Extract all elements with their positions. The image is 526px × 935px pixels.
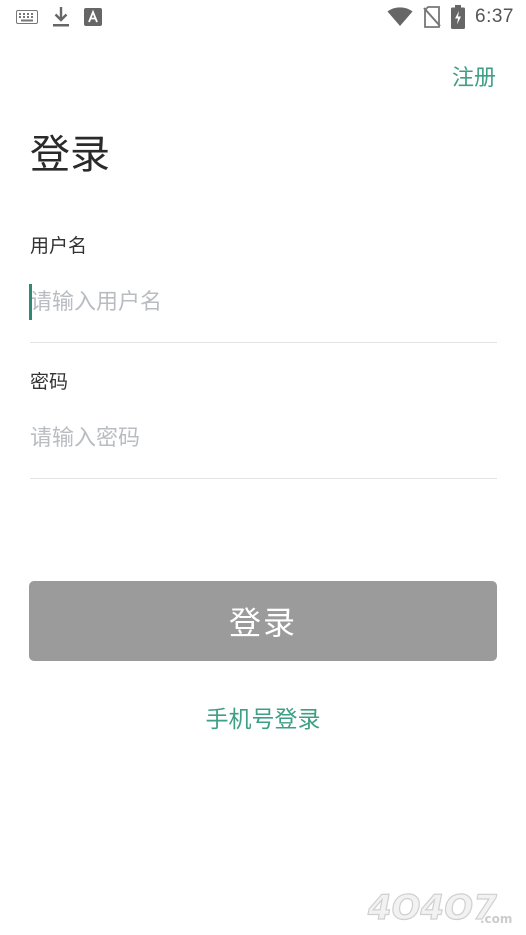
wifi-icon: [387, 7, 413, 27]
status-bar-right: 6:37: [387, 5, 514, 29]
password-label: 密码: [30, 371, 69, 393]
text-a-icon: [84, 8, 102, 26]
status-time: 6:37: [475, 6, 514, 27]
text-caret: [29, 284, 32, 320]
battery-charging-icon: [451, 5, 466, 29]
username-divider: [30, 342, 497, 343]
page-title: 登录: [30, 132, 110, 178]
svg-text:4O4O7: 4O4O7: [367, 888, 497, 928]
phone-login-link[interactable]: 手机号登录: [0, 700, 526, 734]
watermark-logo: 4O4O7 .com: [362, 883, 522, 931]
download-icon: [52, 6, 70, 28]
svg-text:.com: .com: [480, 912, 512, 926]
password-input[interactable]: [30, 416, 497, 460]
username-input[interactable]: [30, 280, 497, 324]
no-sim-icon: [423, 6, 441, 28]
status-bar: 6:37: [0, 0, 526, 36]
keyboard-icon: [16, 10, 38, 24]
register-link[interactable]: 注册: [452, 60, 496, 92]
password-divider: [30, 478, 497, 479]
username-label: 用户名: [30, 235, 88, 257]
login-button[interactable]: 登录: [29, 581, 497, 661]
status-bar-left: [16, 6, 102, 28]
